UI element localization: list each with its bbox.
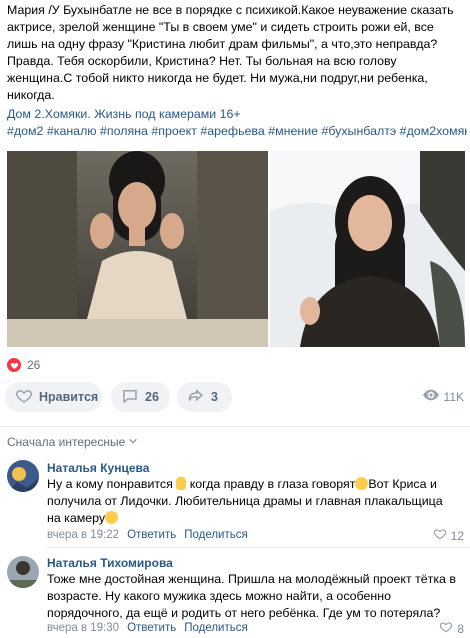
comment-likes-count: 8 [457,621,464,636]
comment-text-part: Ну а кому понравится [47,477,177,491]
share-button[interactable]: 3 [177,382,232,412]
comment-time[interactable]: вчера в 19:30 [47,622,119,634]
photo-1-image [7,151,268,347]
post-photo-1[interactable] [7,151,268,347]
grinning-emoji-icon [355,477,369,490]
hand-emoji-icon [176,477,187,490]
photo-2-image [270,151,465,347]
like-button[interactable]: Нравится [5,382,102,412]
comment-like-button[interactable]: 12 [433,527,464,544]
share-comment-button[interactable]: Поделиться [184,529,248,541]
likes-summary[interactable]: 26 [7,356,40,374]
eye-icon [422,389,439,404]
reply-button[interactable]: Ответить [127,529,176,541]
heart-outline-icon [433,527,447,544]
views-counter: 11K [422,389,464,404]
comment-meta: вчера в 19:22 Ответить Поделиться [47,529,248,541]
comment-text: Тоже мне достойная женщина. Пришла на мо… [47,572,456,620]
like-button-label: Нравится [39,390,99,404]
reply-button[interactable]: Ответить [127,622,176,634]
avatar[interactable] [7,460,39,492]
comment-author[interactable]: Наталья Кунцева [47,461,149,475]
comment-time[interactable]: вчера в 19:22 [47,529,119,541]
thinking-emoji-icon [105,511,119,524]
comment-text-part: когда правду в глаза говорят [186,477,356,491]
chevron-down-icon [128,435,138,449]
shares-count: 3 [211,390,218,404]
comment-like-button[interactable]: 8 [439,620,464,637]
comment-icon [121,387,139,408]
heart-icon [7,358,21,372]
comment-likes-count: 12 [450,528,464,543]
post-hashtags[interactable]: #дом2 #каналю #поляна #проект #арефьева … [7,123,467,140]
share-comment-button[interactable]: Поделиться [184,622,248,634]
likes-count: 26 [27,358,41,372]
comment-author[interactable]: Наталья Тихомирова [47,556,173,570]
comment-divider [47,547,470,548]
share-icon [187,387,205,408]
post-text: Мария /У Бухынбатле не все в порядке с п… [7,3,454,102]
comment-button[interactable]: 26 [111,382,170,412]
post-divider [0,426,470,427]
comment-meta: вчера в 19:30 Ответить Поделиться [47,622,248,634]
comment-text: Ну а кому понравится когда правду в глаз… [47,476,459,527]
views-count: 11K [443,389,464,404]
comments-count: 26 [145,390,159,404]
post-source-link[interactable]: Дом 2.Хомяки. Жизнь под камерами 16+ [7,106,465,123]
sort-label: Сначала интересные [7,435,126,449]
heart-outline-icon [15,387,33,408]
comments-sort-dropdown[interactable]: Сначала интересные [7,435,138,449]
avatar[interactable] [7,556,39,588]
heart-outline-icon [439,620,453,637]
post-photo-2[interactable] [270,151,465,347]
